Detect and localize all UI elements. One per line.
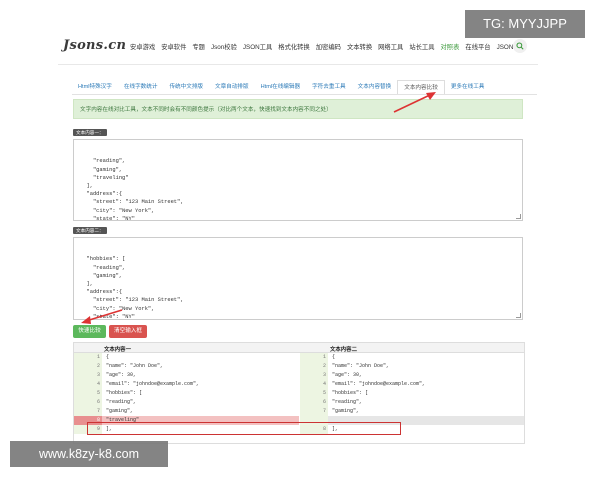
line-text: "reading", xyxy=(106,399,137,405)
line-text: "age": 30, xyxy=(106,372,137,378)
text1-label: 文本内容一： xyxy=(73,129,107,136)
line-number: 5 xyxy=(300,389,328,398)
line-number: 6 xyxy=(300,398,328,407)
line-text: "name": "John Doe", xyxy=(332,363,390,369)
resize-handle[interactable] xyxy=(516,214,521,219)
annotation-arrow-icon xyxy=(393,92,436,113)
diff-line: 1{ xyxy=(300,353,524,362)
diff-line: 7 "gaming", xyxy=(300,407,524,416)
line-number: 2 xyxy=(74,362,102,371)
diff-line: 3 "age": 30, xyxy=(74,371,299,380)
annotation-arrow-icon xyxy=(81,309,123,324)
line-text: "age": 30, xyxy=(332,372,363,378)
site-watermark: www.k8zy-k8.com xyxy=(10,441,168,467)
resize-handle[interactable] xyxy=(516,313,521,318)
line-number: 1 xyxy=(300,353,328,362)
nav-item[interactable]: 在线平台 xyxy=(465,42,490,51)
line-text: "gaming", xyxy=(332,408,360,414)
line-number: 1 xyxy=(74,353,102,362)
nav-item[interactable]: 加密编码 xyxy=(316,42,341,51)
line-number: 7 xyxy=(300,407,328,416)
nav-item[interactable]: 安卓游戏 xyxy=(130,42,155,51)
line-number: 5 xyxy=(74,389,102,398)
info-alert: 文字内容在线对比工具，文本不同时会有不同颜色提示（对比两个文本，快速找到文本内容… xyxy=(73,99,523,119)
line-number: 3 xyxy=(74,371,102,380)
diff-line: 2 "name": "John Doe", xyxy=(74,362,299,371)
text2-label: 文本内容二： xyxy=(73,227,107,234)
diff-line: 5 "hobbies": [ xyxy=(74,389,299,398)
diff-line: 4 "email": "johndoe@example.com", xyxy=(74,380,299,389)
line-text: { xyxy=(332,354,336,360)
page: Jsons.cn 安卓游戏 安卓软件 专题 Json校验 JSON工具 格式化转换 加密编码… xyxy=(0,0,600,480)
nav-item[interactable]: 安卓软件 xyxy=(161,42,186,51)
line-text: "email": "johndoe@example.com", xyxy=(106,381,200,387)
nav-item[interactable]: JSON工具 xyxy=(243,42,272,51)
nav-item[interactable]: 网络工具 xyxy=(378,42,403,51)
line-number: 3 xyxy=(300,371,328,380)
line-number: 6 xyxy=(74,398,102,407)
line-number: 4 xyxy=(74,380,102,389)
diff-line: 7 "gaming", xyxy=(74,407,299,416)
line-number: 2 xyxy=(300,362,328,371)
right-title: 文本内容二 xyxy=(330,346,357,353)
tab-item[interactable]: 传统中文排版 xyxy=(163,80,209,94)
site-logo[interactable]: Jsons.cn xyxy=(63,38,126,53)
tool-tabs: Html特殊汉字 在线字数统计 传统中文排版 文章自动排版 Html在线编辑器 字符去重工… xyxy=(72,80,537,94)
tab-item[interactable]: 在线字数统计 xyxy=(118,80,164,94)
tab-item[interactable]: 更多在线工具 xyxy=(445,80,491,94)
compare-header: 文本内容一 文本内容二 xyxy=(74,343,524,353)
diff-line: 4 "email": "johndoe@example.com", xyxy=(300,380,524,389)
diff-line: 6 "reading", xyxy=(74,398,299,407)
search-icon xyxy=(516,42,524,50)
telegram-watermark: TG: MYYJJPP xyxy=(465,10,585,38)
tab-item[interactable]: Html在线编辑器 xyxy=(255,80,306,94)
left-title: 文本内容一 xyxy=(104,346,131,353)
line-number: 7 xyxy=(74,407,102,416)
line-text: "name": "John Doe", xyxy=(106,363,164,369)
tab-item[interactable]: 字符去重工具 xyxy=(306,80,352,94)
diff-line: 3 "age": 30, xyxy=(300,371,524,380)
nav-item[interactable]: 专题 xyxy=(192,42,205,51)
diff-line: 5 "hobbies": [ xyxy=(300,389,524,398)
nav-item[interactable]: 站长工具 xyxy=(409,42,434,51)
line-text: "email": "johndoe@example.com", xyxy=(332,381,426,387)
line-text: "hobbies": [ xyxy=(106,390,143,396)
line-text: "hobbies": [ xyxy=(332,390,369,396)
text1-input[interactable]: "reading", "gaming", "traveling" ], "add… xyxy=(73,139,523,221)
tab-item[interactable]: Html特殊汉字 xyxy=(72,80,118,94)
diff-line: 6 "reading", xyxy=(300,398,524,407)
diff-line: 1{ xyxy=(74,353,299,362)
tab-divider xyxy=(72,94,537,95)
nav-item[interactable]: Json校验 xyxy=(211,42,237,51)
search-button[interactable] xyxy=(513,39,527,53)
line-text: { xyxy=(106,354,110,360)
diff-line: 2 "name": "John Doe", xyxy=(300,362,524,371)
clear-button[interactable]: 清空输入框 xyxy=(109,325,147,338)
text2-content: "hobbies": [ "reading", "gaming", ], "ad… xyxy=(86,256,184,320)
text2-input[interactable]: "hobbies": [ "reading", "gaming", ], "ad… xyxy=(73,237,523,320)
compare-button[interactable]: 快速比较 xyxy=(73,325,106,338)
line-number: 4 xyxy=(300,380,328,389)
nav-item[interactable]: 文本转换 xyxy=(347,42,372,51)
main-nav: 安卓游戏 安卓软件 专题 Json校验 JSON工具 格式化转换 加密编码 文本转换 网络工具站… xyxy=(130,42,526,51)
nav-item[interactable]: 格式化转换 xyxy=(278,42,309,51)
text1-content: "reading", "gaming", "traveling" ], "add… xyxy=(86,158,184,221)
diff-highlight-box xyxy=(87,422,401,435)
tab-item[interactable]: 文章自动排版 xyxy=(209,80,255,94)
nav-item[interactable]: 对照表 xyxy=(441,42,460,51)
line-text: "gaming", xyxy=(106,408,134,414)
line-text: "reading", xyxy=(332,399,363,405)
